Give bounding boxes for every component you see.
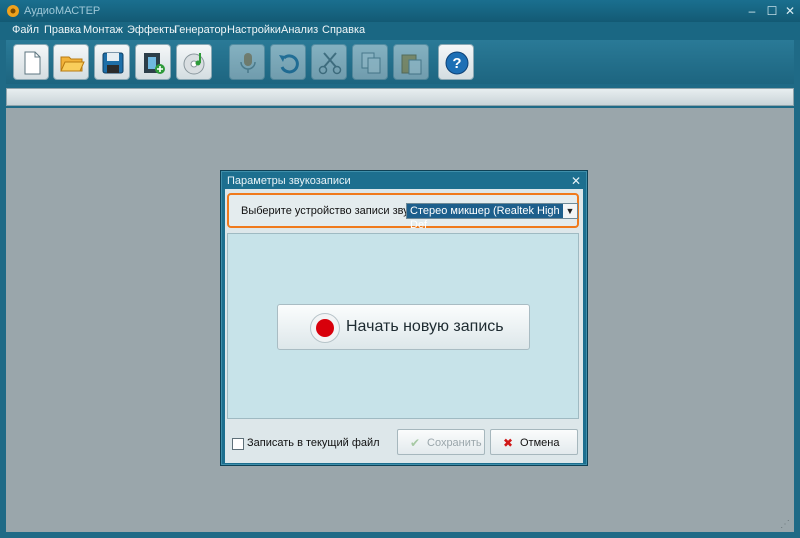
copy-button[interactable] [352, 44, 388, 80]
device-select-value: Стерео микшер (Realtek High Def [410, 205, 560, 231]
help-icon: ? [445, 51, 469, 75]
window-title: АудиоМАСТЕР [24, 5, 101, 17]
minimize-button[interactable]: – [744, 3, 760, 19]
cancel-x-icon: ✖ [503, 436, 514, 450]
cancel-dialog-label: Отмена [520, 437, 560, 449]
menu-montage[interactable]: Монтаж [83, 24, 123, 36]
info-strip [6, 88, 794, 106]
save-icon [102, 52, 124, 74]
record-panel: Начать новую запись [227, 233, 579, 419]
chevron-down-icon[interactable]: ▼ [563, 204, 577, 218]
toolbar: ? [6, 40, 794, 84]
device-label: Выберите устройство записи звука: [241, 205, 423, 217]
new-file-button[interactable] [13, 44, 49, 80]
checkmark-icon: ✔ [410, 436, 421, 450]
menu-bar: Файл Правка Монтаж Эффекты Генератор Нас… [0, 22, 800, 40]
cut-icon [318, 52, 342, 75]
paste-icon [401, 54, 422, 75]
paste-button[interactable] [393, 44, 429, 80]
menu-edit[interactable]: Правка [44, 24, 81, 36]
menu-analysis[interactable]: Анализ [281, 24, 318, 36]
maximize-button[interactable]: ☐ [764, 3, 780, 19]
menu-settings[interactable]: Настройки [227, 24, 281, 36]
close-button[interactable]: ✕ [782, 3, 798, 19]
copy-icon [361, 52, 381, 74]
save-dialog-label: Сохранить [427, 437, 482, 449]
app-logo-icon [7, 5, 19, 17]
start-recording-button[interactable]: Начать новую запись [277, 304, 530, 350]
help-button[interactable]: ? [438, 44, 474, 80]
start-recording-label: Начать новую запись [346, 318, 504, 335]
app-window: АудиоМАСТЕР – ☐ ✕ Файл Правка Монтаж Эфф… [0, 0, 800, 538]
resize-grip-icon[interactable]: ⋰ [780, 519, 790, 530]
undo-icon [279, 54, 299, 74]
record-sound-icon [240, 53, 256, 73]
device-selector-group: Выберите устройство записи звука: Стерео… [227, 193, 579, 231]
dialog-body: Выберите устройство записи звука: Стерео… [225, 189, 583, 463]
record-icon [310, 313, 340, 343]
save-button[interactable] [94, 44, 130, 80]
cd-music-icon [183, 53, 205, 75]
open-folder-icon [60, 56, 85, 72]
cancel-dialog-button[interactable]: ✖ Отмена [490, 429, 578, 455]
svg-text:?: ? [452, 55, 461, 72]
append-to-file-checkbox[interactable] [232, 438, 244, 450]
video-add-icon [144, 53, 165, 74]
menu-generator[interactable]: Генератор [174, 24, 227, 36]
menu-file[interactable]: Файл [12, 24, 39, 36]
menu-effects[interactable]: Эффекты [127, 24, 177, 36]
cut-button[interactable] [311, 44, 347, 80]
record-sound-button[interactable] [229, 44, 265, 80]
new-file-icon [24, 51, 41, 75]
save-dialog-button[interactable]: ✔ Сохранить [397, 429, 485, 455]
open-folder-button[interactable] [53, 44, 89, 80]
cd-music-button[interactable] [176, 44, 212, 80]
dialog-close-button[interactable]: ✕ [571, 174, 581, 188]
undo-button[interactable] [270, 44, 306, 80]
dialog-title: Параметры звукозаписи [227, 175, 351, 187]
append-to-file-label: Записать в текущий файл [247, 437, 380, 449]
video-add-button[interactable] [135, 44, 171, 80]
recording-settings-dialog: Параметры звукозаписи ✕ Выберите устройс… [220, 170, 588, 466]
device-select[interactable]: Стерео микшер (Realtek High Def ▼ [406, 203, 578, 231]
menu-help[interactable]: Справка [322, 24, 365, 36]
title-bar: АудиоМАСТЕР – ☐ ✕ [0, 0, 800, 22]
